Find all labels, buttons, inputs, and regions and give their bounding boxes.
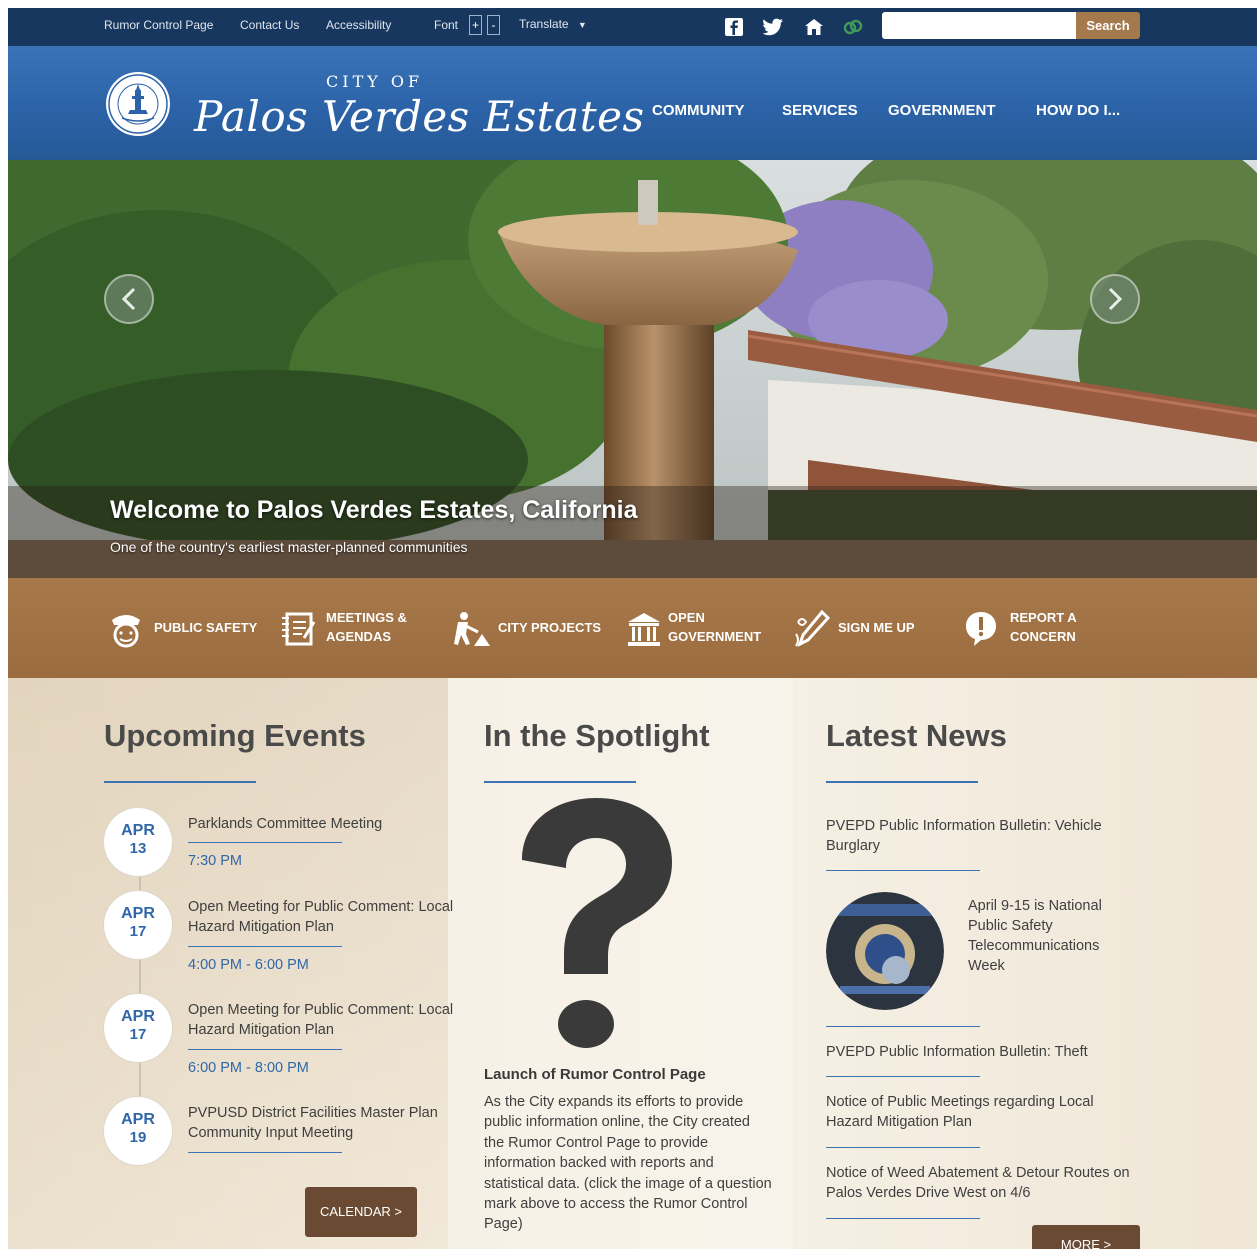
news-title-underline — [826, 781, 978, 783]
search-button[interactable]: Search — [1076, 12, 1140, 39]
alert-icon — [966, 612, 996, 646]
link-icon[interactable] — [842, 17, 863, 37]
event-divider — [188, 1152, 342, 1153]
news-divider — [826, 1218, 980, 1219]
spotlight-body: As the City expands its efforts to provi… — [484, 1094, 772, 1233]
event-divider — [188, 1049, 342, 1050]
page: Rumor Control Page Contact Us Accessibil… — [8, 8, 1257, 1249]
news-item[interactable]: PVEPD Public Information Bulletin: Theft — [826, 1042, 1146, 1062]
event-day: 17 — [129, 923, 147, 940]
news-divider — [826, 1147, 980, 1148]
hero-slider: Welcome to Palos Verdes Estates, Califor… — [8, 160, 1257, 578]
font-size-control: Font + - — [434, 15, 500, 35]
event-month: APR — [121, 1111, 155, 1128]
accessibility-link[interactable]: Accessibility — [326, 18, 391, 32]
slider-next-button[interactable] — [1090, 274, 1140, 324]
quicklink-label: MEETINGS & AGENDAS — [326, 610, 407, 644]
more-news-button[interactable]: MORE > — [1032, 1225, 1140, 1249]
event-month: APR — [121, 1008, 155, 1025]
caret-down-icon: ▼ — [577, 20, 587, 30]
search-input[interactable] — [882, 12, 1078, 39]
rumor-control-link[interactable]: Rumor Control Page — [104, 18, 213, 32]
event-date[interactable]: APR 13 — [104, 808, 172, 876]
hero-subtitle: One of the country's earliest master-pla… — [110, 539, 468, 555]
event-day: 17 — [129, 1026, 147, 1043]
font-label: Font — [434, 18, 459, 32]
event-title[interactable]: Parklands Committee Meeting — [188, 814, 458, 834]
translate-dropdown[interactable]: Translate ▼ — [519, 17, 587, 31]
slider-prev-button[interactable] — [104, 274, 154, 324]
quicklink-meetings-agendas[interactable]: MEETINGS & AGENDAS — [280, 578, 430, 678]
event-time: 7:30 PM — [188, 853, 242, 869]
event-divider — [188, 842, 342, 843]
quicklink-label: OPEN GOVERNMENT — [668, 610, 762, 644]
quicklink-public-safety[interactable]: PUBLIC SAFETY — [108, 578, 268, 678]
news-thumbnail[interactable] — [826, 892, 944, 1010]
quicklink-label: REPORT A CONCERN — [1010, 610, 1077, 644]
spotlight-title-underline — [484, 781, 636, 783]
quicklink-label: SIGN ME UP — [838, 620, 915, 635]
news-item[interactable]: April 9-15 is National Public Safety Tel… — [968, 896, 1128, 976]
font-decrease-button[interactable]: - — [487, 15, 500, 35]
spotlight-headline[interactable]: Launch of Rumor Control Page — [484, 1066, 706, 1083]
spotlight-title: In the Spotlight — [484, 718, 710, 753]
event-month: APR — [121, 822, 155, 839]
question-mark-icon[interactable] — [508, 798, 678, 1068]
event-day: 13 — [129, 840, 147, 857]
event-date[interactable]: APR 17 — [104, 994, 172, 1062]
construction-icon — [454, 612, 490, 646]
event-date[interactable]: APR 19 — [104, 1097, 172, 1165]
chevron-right-icon — [1108, 287, 1123, 311]
calendar-button[interactable]: CALENDAR > — [305, 1187, 417, 1237]
nav-government[interactable]: GOVERNMENT — [888, 102, 996, 119]
telecommunications-week-image — [826, 892, 944, 1010]
event-title[interactable]: PVPUSD District Facilities Master Plan C… — [188, 1103, 458, 1143]
nav-how-do-i[interactable]: HOW DO I... — [1036, 102, 1120, 119]
city-of-label: CITY OF — [326, 72, 424, 91]
contact-us-link[interactable]: Contact Us — [240, 18, 299, 32]
news-divider — [826, 1026, 980, 1027]
font-increase-button[interactable]: + — [469, 15, 482, 35]
quick-links-bar: PUBLIC SAFETY MEETINGS & AGENDAS CITY PRO… — [8, 578, 1257, 678]
quicklink-label: PUBLIC SAFETY — [154, 620, 258, 635]
events-title: Upcoming Events — [104, 718, 366, 753]
news-item[interactable]: Notice of Weed Abatement & Detour Routes… — [826, 1163, 1146, 1203]
event-time: 6:00 PM - 8:00 PM — [188, 1060, 309, 1076]
hero-title: Welcome to Palos Verdes Estates, Califor… — [110, 496, 638, 524]
quicklink-label: CITY PROJECTS — [498, 620, 602, 635]
quicklink-sign-me-up[interactable]: SIGN ME UP — [794, 578, 934, 678]
twitter-icon[interactable] — [762, 17, 783, 37]
event-title[interactable]: Open Meeting for Public Comment: Local H… — [188, 897, 458, 937]
utility-bar: Rumor Control Page Contact Us Accessibil… — [8, 8, 1257, 46]
city-name-wordmark[interactable]: Palos Verdes Estates — [194, 92, 645, 141]
quicklink-city-projects[interactable]: CITY PROJECTS — [450, 578, 610, 678]
event-divider — [188, 946, 342, 947]
translate-label: Translate — [519, 17, 569, 31]
pen-icon — [795, 610, 830, 647]
city-seal-logo[interactable] — [104, 70, 172, 138]
content-area: Upcoming Events APR 13 Parklands Committ… — [8, 678, 1257, 1249]
nextdoor-icon[interactable] — [804, 17, 824, 37]
event-day: 19 — [129, 1129, 147, 1146]
news-divider — [826, 1076, 980, 1077]
events-title-underline — [104, 781, 256, 783]
event-date[interactable]: APR 17 — [104, 891, 172, 959]
news-item[interactable]: PVEPD Public Information Bulletin: Vehic… — [826, 816, 1126, 856]
news-title: Latest News — [826, 718, 1007, 753]
news-divider — [826, 870, 980, 871]
chevron-left-icon — [121, 287, 136, 311]
site-header: CITY OF Palos Verdes Estates COMMUNITY S… — [8, 46, 1257, 160]
event-month: APR — [121, 905, 155, 922]
police-icon — [112, 615, 140, 648]
event-title[interactable]: Open Meeting for Public Comment: Local H… — [188, 1000, 458, 1040]
agenda-icon — [282, 612, 316, 646]
building-icon — [628, 613, 660, 646]
quicklink-report-concern[interactable]: REPORT A CONCERN — [964, 578, 1104, 678]
event-time: 4:00 PM - 6:00 PM — [188, 957, 309, 973]
nav-community[interactable]: COMMUNITY — [652, 102, 745, 119]
quicklink-open-government[interactable]: OPEN GOVERNMENT — [626, 578, 776, 678]
facebook-icon[interactable] — [724, 17, 744, 37]
nav-services[interactable]: SERVICES — [782, 102, 858, 119]
news-item[interactable]: Notice of Public Meetings regarding Loca… — [826, 1092, 1126, 1132]
